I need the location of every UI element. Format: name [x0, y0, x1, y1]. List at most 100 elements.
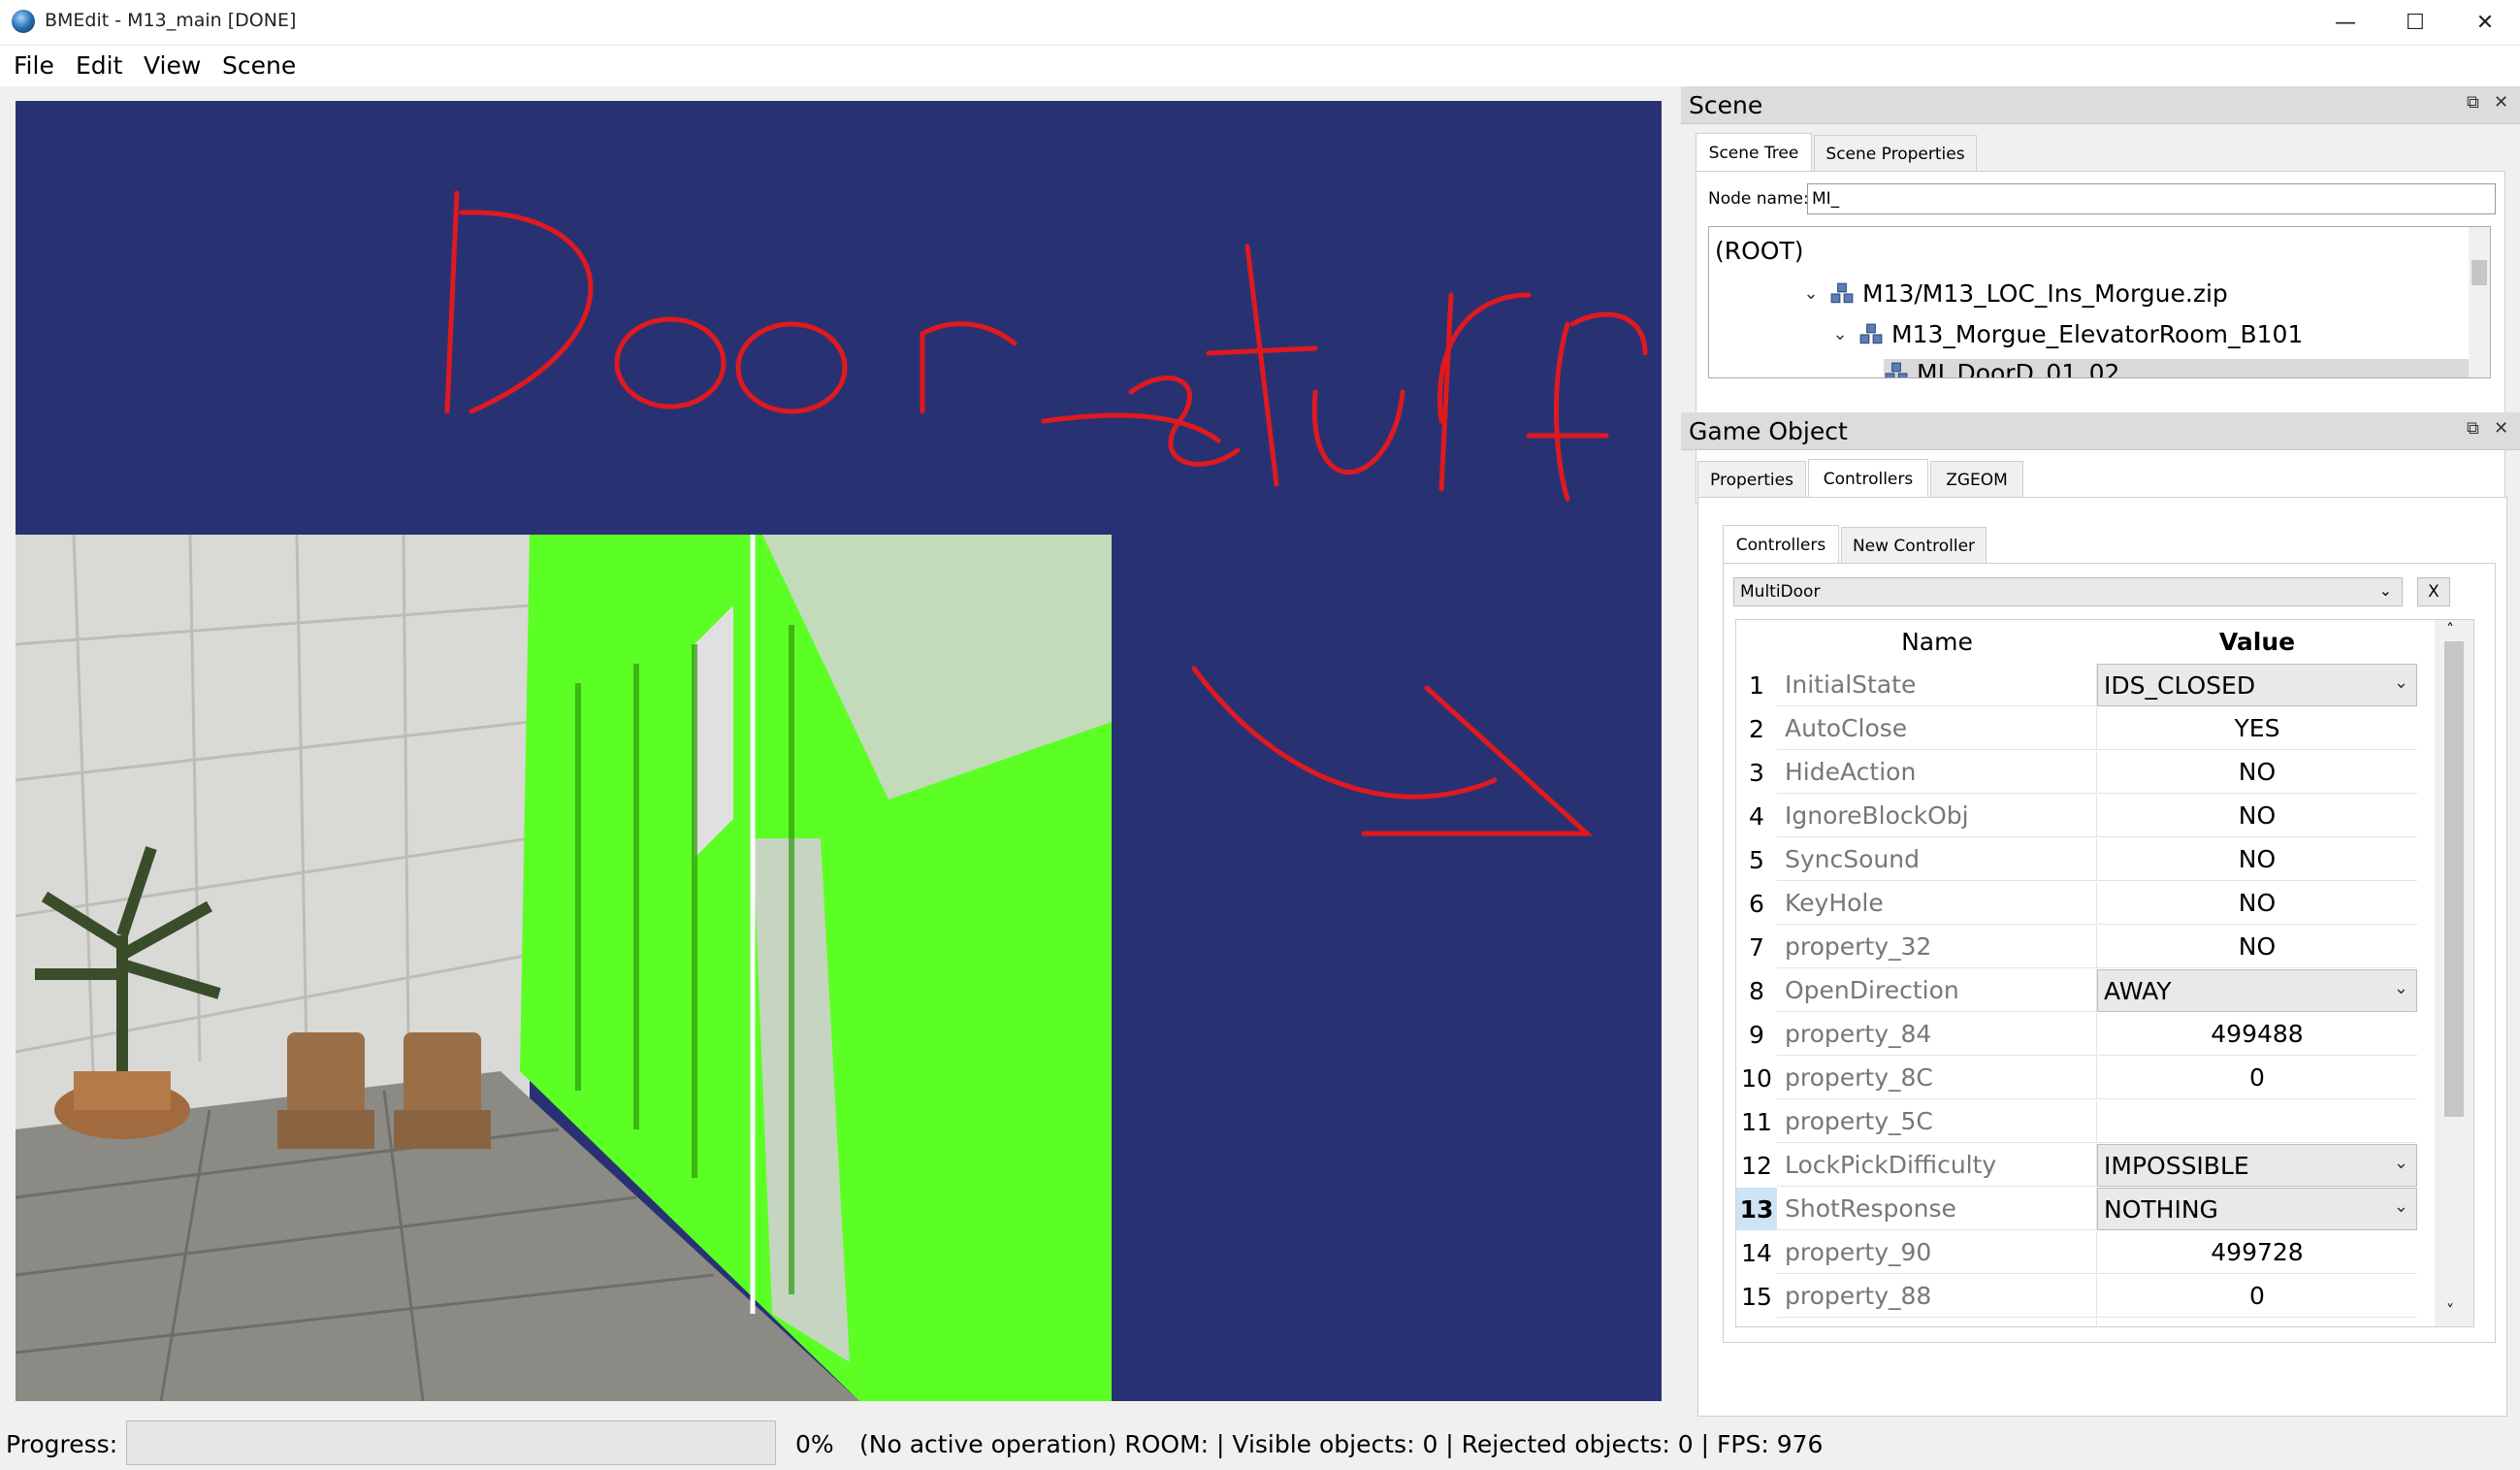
table-scrollbar-thumb[interactable] — [2444, 641, 2464, 1117]
table-row[interactable]: 2 AutoClose YES — [1736, 707, 2425, 751]
property-value[interactable]: 0 — [2097, 1319, 2417, 1326]
header-value[interactable]: Value — [2097, 620, 2417, 663]
row-number[interactable]: 4 — [1736, 795, 1777, 837]
table-row[interactable]: 12 LockPickDifficulty IMPOSSIBLE ⌄ — [1736, 1144, 2425, 1188]
tree-scrollbar[interactable] — [2469, 227, 2490, 377]
row-number[interactable]: 5 — [1736, 838, 1777, 881]
menu-view[interactable]: View — [144, 51, 201, 80]
table-row[interactable]: 3 HideAction NO — [1736, 751, 2425, 795]
property-value[interactable]: 499728 — [2097, 1231, 2417, 1274]
property-value[interactable]: YES — [2097, 707, 2417, 750]
table-row[interactable]: 7 property_32 NO — [1736, 926, 2425, 969]
close-dock-icon[interactable]: ✕ — [2494, 92, 2508, 113]
chevron-down-icon[interactable]: ⌄ — [1800, 283, 1822, 304]
table-row[interactable]: 1 InitialState IDS_CLOSED ⌄ — [1736, 664, 2425, 707]
row-number[interactable]: 11 — [1736, 1100, 1777, 1143]
tab-properties[interactable]: Properties — [1697, 461, 1806, 498]
table-row[interactable]: 13 ShotResponse NOTHING ⌄ — [1736, 1188, 2425, 1231]
tree-item-door[interactable]: MI_DoorD_01_02 — [1884, 359, 2490, 377]
menu-edit[interactable]: Edit — [76, 51, 122, 80]
menu-scene[interactable]: Scene — [222, 51, 296, 80]
tab-zgeom[interactable]: ZGEOM — [1930, 461, 2023, 498]
tree-scrollbar-thumb[interactable] — [2472, 260, 2487, 285]
table-scrollbar[interactable]: ˄ ˅ — [2435, 620, 2473, 1326]
minimize-button[interactable]: — — [2310, 0, 2380, 45]
table-row[interactable]: 9 property_84 499488 — [1736, 1013, 2425, 1057]
float-dock-icon[interactable]: ⧉ — [2467, 92, 2479, 113]
scene-dock-title: Scene ⧉ ✕ — [1681, 86, 2520, 124]
row-number[interactable]: 15 — [1736, 1275, 1777, 1318]
tab-scene-properties[interactable]: Scene Properties — [1814, 135, 1977, 172]
row-number[interactable]: 1 — [1736, 664, 1777, 706]
property-value[interactable]: NO — [2097, 795, 2417, 837]
tree-item-elevator-room[interactable]: ⌄ M13_Morgue_ElevatorRoom_B101 — [1829, 320, 2303, 348]
chevron-down-icon: ⌄ — [2378, 581, 2392, 600]
chevron-down-icon[interactable]: ⌄ — [1829, 324, 1851, 344]
close-window-button[interactable]: ✕ — [2450, 0, 2520, 45]
property-name: ShotResponse — [1777, 1188, 2097, 1230]
property-value[interactable]: 0 — [2097, 1275, 2417, 1318]
controller-select[interactable]: MultiDoor ⌄ — [1733, 577, 2403, 606]
property-name: property_84 — [1777, 1013, 2097, 1056]
property-value[interactable]: NO — [2097, 751, 2417, 794]
title-bar: BMEdit - M13_main [DONE] — ☐ ✕ — [0, 0, 2520, 46]
scene-tree[interactable]: (ROOT) ⌄ M13/M13_LOC_Ins_Morgue.zip ⌄ M1… — [1708, 226, 2491, 378]
row-number[interactable]: 9 — [1736, 1013, 1777, 1056]
table-row[interactable]: 14 property_90 499728 — [1736, 1231, 2425, 1275]
row-number[interactable]: 7 — [1736, 926, 1777, 968]
property-value[interactable]: NO — [2097, 926, 2417, 968]
row-number[interactable]: 14 — [1736, 1231, 1777, 1274]
menu-file[interactable]: File — [14, 51, 54, 80]
row-number[interactable]: 6 — [1736, 882, 1777, 925]
property-value[interactable]: NO — [2097, 882, 2417, 925]
table-row[interactable]: 10 property_8C 0 — [1736, 1057, 2425, 1100]
tab-scene-tree[interactable]: Scene Tree — [1696, 133, 1812, 172]
chevron-down-icon[interactable]: ˅ — [2446, 1301, 2454, 1320]
property-value-select[interactable]: NOTHING ⌄ — [2097, 1188, 2417, 1230]
table-row[interactable]: 15 property_88 0 — [1736, 1275, 2425, 1319]
tab-inner-controllers[interactable]: Controllers — [1723, 525, 1839, 564]
table-row[interactable]: 8 OpenDirection AWAY ⌄ — [1736, 969, 2425, 1013]
cube-cluster-icon — [1885, 362, 1908, 377]
row-number[interactable]: 10 — [1736, 1057, 1777, 1099]
tree-item-label: M13/M13_LOC_Ins_Morgue.zip — [1862, 279, 2228, 308]
float-dock-icon[interactable]: ⧉ — [2467, 418, 2479, 439]
property-value[interactable]: NO — [2097, 838, 2417, 881]
maximize-button[interactable]: ☐ — [2380, 0, 2450, 45]
tree-item-morgue-zip[interactable]: ⌄ M13/M13_LOC_Ins_Morgue.zip — [1800, 279, 2228, 308]
row-number[interactable]: 13 — [1736, 1188, 1777, 1230]
property-value-select[interactable]: AWAY ⌄ — [2097, 969, 2417, 1012]
property-value[interactable]: 0 — [2097, 1057, 2417, 1099]
property-name: OpenDirection — [1777, 969, 2097, 1012]
node-name-input[interactable] — [1807, 183, 2496, 214]
property-name: property_94 — [1777, 1319, 2097, 1326]
tree-item-root[interactable]: (ROOT) — [1715, 237, 1804, 265]
header-name[interactable]: Name — [1777, 620, 2097, 663]
table-row[interactable]: 6 KeyHole NO — [1736, 882, 2425, 926]
chevron-up-icon[interactable]: ˄ — [2446, 620, 2454, 638]
tab-controllers[interactable]: Controllers — [1808, 459, 1928, 498]
row-number[interactable]: 8 — [1736, 969, 1777, 1012]
property-value-text: NOTHING — [2104, 1194, 2218, 1224]
table-row[interactable]: 11 property_5C — [1736, 1100, 2425, 1144]
table-row[interactable]: 4 IgnoreBlockObj NO — [1736, 795, 2425, 838]
tab-new-controller[interactable]: New Controller — [1841, 527, 1987, 564]
row-number[interactable]: 2 — [1736, 707, 1777, 750]
row-number[interactable]: 12 — [1736, 1144, 1777, 1187]
property-value-select[interactable]: IMPOSSIBLE ⌄ — [2097, 1144, 2417, 1187]
chevron-down-icon: ⌄ — [2393, 978, 2408, 998]
property-value-text: NO — [2238, 758, 2277, 786]
property-value[interactable]: 499488 — [2097, 1013, 2417, 1056]
close-dock-icon[interactable]: ✕ — [2494, 418, 2508, 439]
remove-controller-button[interactable]: X — [2417, 577, 2450, 606]
scene-viewport[interactable] — [16, 101, 1662, 1401]
table-row[interactable]: 16property_94 0 — [1736, 1319, 2425, 1327]
table-row[interactable]: 5 SyncSound NO — [1736, 838, 2425, 882]
scene-dock-label: Scene — [1689, 91, 1763, 119]
chevron-down-icon: ⌄ — [2393, 672, 2408, 693]
row-number[interactable]: 3 — [1736, 751, 1777, 794]
property-name: KeyHole — [1777, 882, 2097, 925]
property-value[interactable] — [2097, 1100, 2417, 1143]
row-number[interactable]: 16 — [1736, 1319, 1777, 1327]
property-value-select[interactable]: IDS_CLOSED ⌄ — [2097, 664, 2417, 706]
